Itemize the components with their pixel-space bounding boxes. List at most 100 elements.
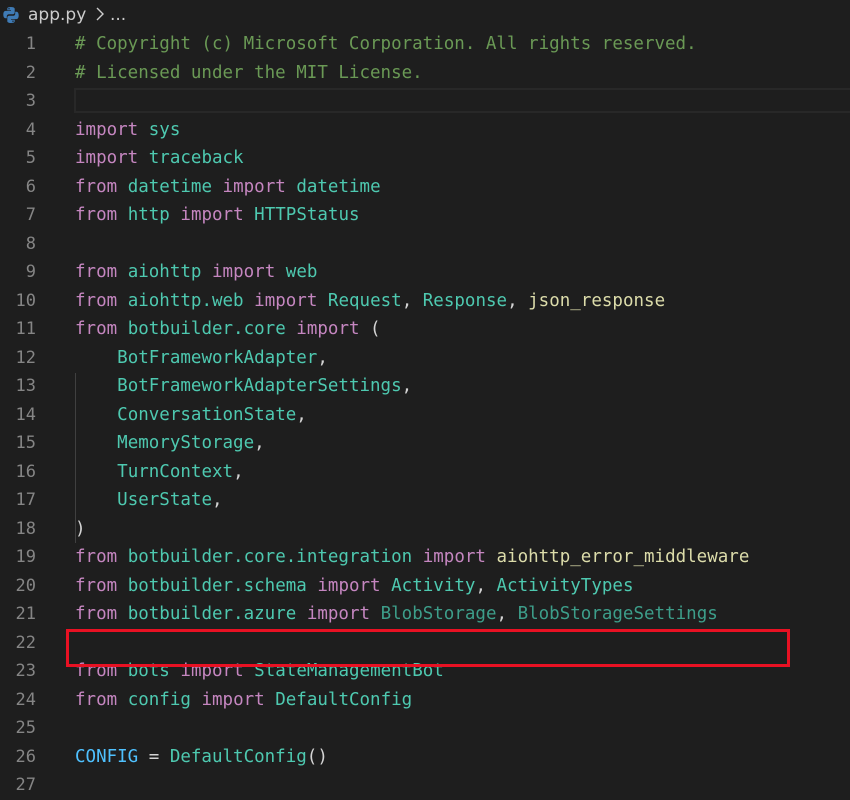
line-number: 17 (15, 490, 36, 510)
code-token: datetime (127, 176, 212, 197)
code-line[interactable]: 19 from botbuilder.core.integration impor… (0, 543, 850, 572)
code-text[interactable]: from botbuilder.schema import Activity, … (75, 572, 633, 601)
code-line[interactable]: 20 from botbuilder.schema import Activity… (0, 572, 850, 601)
code-token: import (254, 290, 318, 311)
code-line[interactable]: 8 (0, 230, 850, 259)
line-number: 9 (25, 262, 36, 282)
code-line[interactable]: 11 from botbuilder.core import ( (0, 315, 850, 344)
line-number: 11 (15, 319, 36, 339)
code-line[interactable]: 1 # Copyright (c) Microsoft Corporation. … (0, 30, 850, 59)
code-text[interactable]: CONFIG = DefaultConfig() (75, 743, 328, 772)
code-text[interactable]: from botbuilder.core.integration import … (75, 543, 749, 572)
code-token: , (475, 575, 497, 596)
code-text[interactable]: from botbuilder.core import ( (75, 315, 381, 344)
line-number: 4 (25, 119, 36, 140)
line-number: 23 (15, 661, 36, 681)
code-text[interactable]: from aiohttp.web import Request, Respons… (75, 287, 665, 316)
code-line[interactable]: 4 import sys (0, 116, 850, 145)
line-number: 1 (25, 34, 36, 54)
code-line[interactable]: 26 CONFIG = DefaultConfig() (0, 743, 850, 772)
code-token: sys (148, 119, 181, 140)
breadcrumb-more[interactable]: ... (110, 5, 126, 25)
code-line[interactable]: 21 from botbuilder.azure import BlobStora… (0, 600, 850, 629)
code-token: aiohttp (127, 262, 202, 282)
code-token: # Licensed under the MIT License. (75, 62, 423, 83)
code-line[interactable]: 9 from aiohttp import web (0, 258, 850, 287)
code-line[interactable]: 27 (0, 771, 850, 800)
code-line[interactable]: 17 UserState, (0, 486, 850, 515)
code-text[interactable]: UserState, (75, 486, 222, 515)
code-line[interactable]: 16 TurnContext, (0, 458, 850, 487)
code-token: http (127, 205, 170, 225)
code-line[interactable]: 2 # Licensed under the MIT License. (0, 59, 850, 88)
code-text[interactable]: ConversationState, (75, 401, 307, 430)
code-editor[interactable]: 1 # Copyright (c) Microsoft Corporation. … (0, 30, 850, 795)
code-line[interactable]: 6 from datetime import datetime (0, 173, 850, 202)
code-text[interactable]: ) (75, 515, 86, 544)
code-token: ActivityTypes (496, 575, 634, 596)
code-line[interactable]: 15 MemoryStorage, (0, 429, 850, 458)
code-text[interactable]: from http import HTTPStatus (75, 201, 360, 230)
code-text[interactable]: # Copyright (c) Microsoft Corporation. A… (75, 30, 697, 59)
code-token: import (212, 262, 276, 282)
line-number: 7 (25, 205, 36, 225)
code-line[interactable]: 3 (0, 87, 850, 116)
code-token: config (127, 689, 191, 710)
code-token: TurnContext (117, 461, 234, 482)
code-text[interactable]: from datetime import datetime (75, 173, 381, 202)
code-text[interactable]: BotFrameworkAdapter, (75, 344, 328, 373)
code-token: , (296, 404, 307, 425)
code-token: Response (422, 290, 508, 311)
code-line[interactable]: 12 BotFrameworkAdapter, (0, 344, 850, 373)
code-line[interactable]: 14 ConversationState, (0, 401, 850, 430)
code-text[interactable]: MemoryStorage, (75, 429, 265, 458)
line-number: 3 (25, 91, 36, 111)
code-line[interactable]: 25 (0, 714, 850, 743)
code-text[interactable]: from config import DefaultConfig (75, 686, 412, 715)
code-token: from (75, 262, 118, 282)
code-token: , (317, 347, 328, 368)
code-text[interactable]: import sys (75, 116, 180, 145)
code-line[interactable]: 10 from aiohttp.web import Request, Respo… (0, 287, 850, 316)
chevron-right-icon (96, 7, 104, 21)
code-line[interactable]: 7 from http import HTTPStatus (0, 201, 850, 230)
code-token: from (75, 689, 118, 710)
code-text[interactable]: # Licensed under the MIT License. (75, 59, 423, 88)
code-token: botbuilder.azure (127, 604, 297, 624)
breadcrumb-file[interactable]: app.py (28, 5, 86, 25)
code-token: import (296, 319, 360, 339)
code-token: import (75, 148, 139, 168)
code-line[interactable]: 24 from config import DefaultConfig (0, 686, 850, 715)
code-text[interactable]: import traceback (75, 144, 244, 173)
line-number: 18 (15, 518, 36, 539)
code-token: from (75, 205, 118, 225)
code-text[interactable]: TurnContext, (75, 458, 244, 487)
code-token: Request (327, 290, 402, 311)
code-line[interactable]: 13 BotFrameworkAdapterSettings, (0, 372, 850, 401)
code-text[interactable]: from botbuilder.azure import BlobStorage… (75, 600, 718, 629)
code-text[interactable]: from aiohttp import web (75, 258, 317, 287)
code-line[interactable]: 5 import traceback (0, 144, 850, 173)
code-text[interactable]: BotFrameworkAdapterSettings, (75, 372, 412, 401)
code-token: json_response (528, 290, 666, 311)
code-token: from (75, 290, 118, 311)
code-token: ( (359, 319, 381, 339)
code-token: , (233, 461, 244, 482)
line-number: 15 (15, 433, 36, 453)
line-number: 5 (25, 148, 36, 168)
code-token: , (507, 290, 529, 311)
code-line[interactable]: 18) (0, 515, 850, 544)
